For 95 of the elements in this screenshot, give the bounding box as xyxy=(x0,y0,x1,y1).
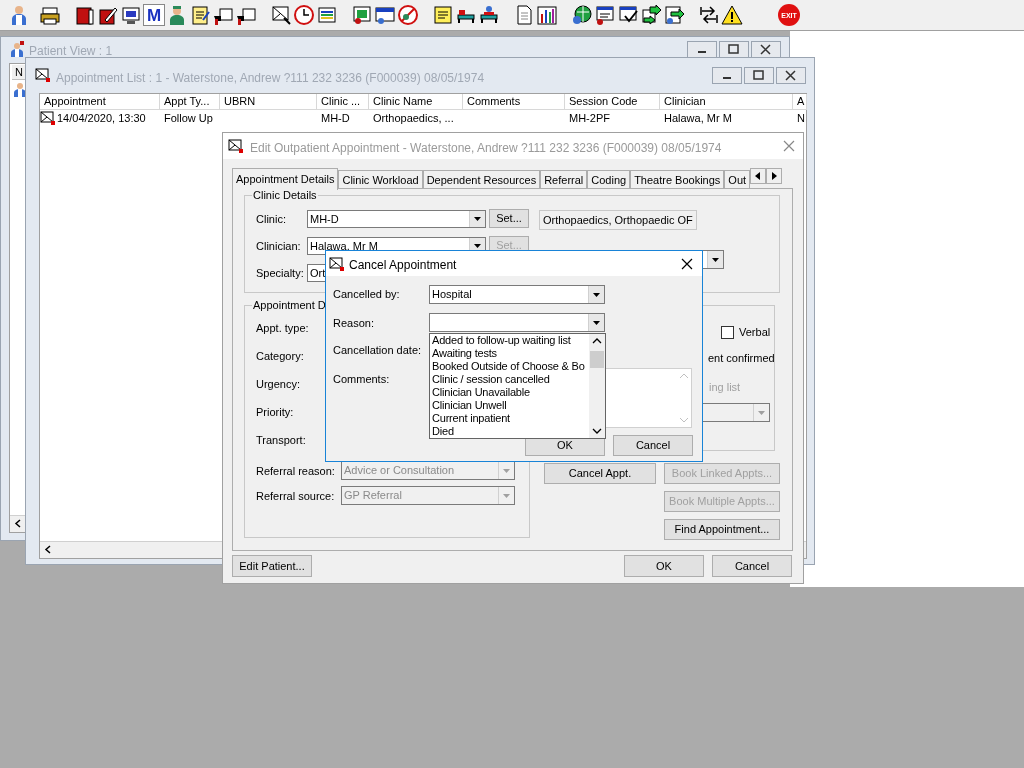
field-label: Specialty: xyxy=(256,266,304,281)
maximize-icon[interactable] xyxy=(744,67,774,84)
scroll-thumb[interactable] xyxy=(590,351,604,368)
envelope-icon xyxy=(329,256,345,272)
dropdown-field[interactable]: Hospital xyxy=(429,285,605,304)
swap-arrows-icon[interactable] xyxy=(698,4,720,26)
window-title: Edit Outpatient Appointment - Waterstone, Andrew ?111 232 3236 (F000039) 08/05/1974 xyxy=(250,140,722,157)
bed-icon[interactable] xyxy=(478,4,500,26)
field-label: Reason: xyxy=(333,316,374,330)
column-header[interactable]: Clinic ... xyxy=(317,94,369,110)
notepad-icon[interactable] xyxy=(189,4,211,26)
ok-button[interactable]: OK xyxy=(624,555,704,577)
column-header[interactable]: A xyxy=(793,94,807,110)
field-label: Category: xyxy=(256,349,304,364)
table-cell-text: MH-D xyxy=(321,111,350,126)
card-icon[interactable] xyxy=(374,4,396,26)
dropdown-field[interactable]: MH-D xyxy=(307,210,486,228)
table-cell-text: N xyxy=(797,111,805,126)
dropdown-field[interactable] xyxy=(429,313,605,332)
list-item[interactable]: Booked Outside of Choose & Bo xyxy=(430,360,588,373)
column-header[interactable]: Appt Ty... xyxy=(160,94,220,110)
field-label: Referral source: xyxy=(256,489,335,504)
field-label: Appt. type: xyxy=(256,321,309,336)
field-label: Cancellation date: xyxy=(333,343,422,357)
edit-patient-button[interactable]: Edit Patient... xyxy=(232,555,312,577)
field-label: Priority: xyxy=(256,405,294,420)
scrollbar[interactable] xyxy=(589,334,605,438)
window-title: Appointment List : 1 - Waterstone, Andrew ?111 232 3236 (F000039) 08/05/1974 xyxy=(56,70,485,87)
field-label: Clinician: xyxy=(256,239,301,254)
prohibited-icon[interactable] xyxy=(397,4,419,26)
field-label: Urgency: xyxy=(256,377,301,392)
globe-icon[interactable] xyxy=(571,4,593,26)
group-label: Appointment D xyxy=(252,299,327,311)
cancel-button[interactable]: Cancel xyxy=(712,555,792,577)
checkbox-label: Verbal xyxy=(739,325,771,339)
column-header: N xyxy=(12,65,26,80)
printer-icon[interactable] xyxy=(39,4,61,26)
column-header[interactable]: Clinic Name xyxy=(369,94,463,110)
envelope-icon xyxy=(35,67,51,83)
close-icon[interactable] xyxy=(681,258,693,270)
table-cell-text: Follow Up xyxy=(164,111,213,126)
transfer-icon[interactable] xyxy=(663,4,685,26)
minimize-icon[interactable] xyxy=(712,67,742,84)
monitor-icon[interactable] xyxy=(120,4,142,26)
tab[interactable]: Appointment Details xyxy=(232,168,339,190)
table-cell-text: Orthopaedics, ... xyxy=(373,111,454,126)
list-item[interactable]: Clinician Unavailable xyxy=(430,386,588,399)
dialog-title: Cancel Appointment xyxy=(349,257,457,274)
screen-icon[interactable] xyxy=(316,4,338,26)
warning-icon[interactable] xyxy=(721,4,743,26)
letter-button[interactable]: M xyxy=(143,4,165,26)
close-icon[interactable] xyxy=(751,41,781,58)
form-icon[interactable] xyxy=(594,4,616,26)
checkbox-label: ing list xyxy=(709,380,741,394)
field-label: Cancelled by: xyxy=(333,287,400,301)
bar-chart-icon[interactable] xyxy=(536,4,558,26)
maximize-icon[interactable] xyxy=(719,41,749,58)
person-icon xyxy=(9,41,25,57)
minimize-icon[interactable] xyxy=(687,41,717,58)
field-label: Transport: xyxy=(256,433,306,448)
table-cell-text: MH-2PF xyxy=(569,111,610,126)
clock-icon[interactable] xyxy=(293,4,315,26)
list-item[interactable]: Current inpatient xyxy=(430,412,588,425)
envelope-icon[interactable] xyxy=(270,4,292,26)
envelope-icon xyxy=(228,138,244,154)
column-header[interactable]: UBRN xyxy=(220,94,317,110)
column-header[interactable]: Appointment xyxy=(40,94,160,110)
cancel-button[interactable]: Cancel xyxy=(613,435,693,456)
field-label: Referral reason: xyxy=(256,464,335,479)
book-icon[interactable] xyxy=(74,4,96,26)
action-button[interactable]: Cancel Appt. xyxy=(544,463,656,484)
list-item[interactable]: Clinic / session cancelled xyxy=(430,373,588,386)
chart-icon[interactable] xyxy=(351,4,373,26)
list-item[interactable]: Died xyxy=(430,425,588,438)
field-label: Clinic: xyxy=(256,212,286,227)
column-header[interactable]: Comments xyxy=(463,94,565,110)
column-header[interactable]: Clinician xyxy=(660,94,793,110)
list-item[interactable]: Awaiting tests xyxy=(430,347,588,360)
field-label: Comments: xyxy=(333,372,390,386)
note-icon[interactable] xyxy=(432,4,454,26)
checkbox[interactable] xyxy=(721,326,734,339)
table-cell-text: 14/04/2020, 13:30 xyxy=(57,111,146,126)
tab[interactable]: Clinic Workload xyxy=(338,170,423,189)
action-button[interactable]: Find Appointment... xyxy=(664,519,780,540)
checkbox-label: ent confirmed xyxy=(708,351,775,365)
tab-scroll-left-icon[interactable] xyxy=(750,168,767,184)
column-header[interactable]: Session Code xyxy=(565,94,660,110)
tab-scroll-right-icon[interactable] xyxy=(766,168,783,184)
list-item[interactable]: Clinician Unwell xyxy=(430,399,588,412)
arrows-icon[interactable] xyxy=(640,4,662,26)
set-button[interactable]: Set... xyxy=(489,209,529,228)
window-title: Patient View : 1 xyxy=(29,43,113,60)
table-cell-text: Halawa, Mr M xyxy=(664,111,732,126)
close-icon[interactable] xyxy=(776,67,806,84)
list-item[interactable]: Added to follow-up waiting list xyxy=(430,334,588,347)
